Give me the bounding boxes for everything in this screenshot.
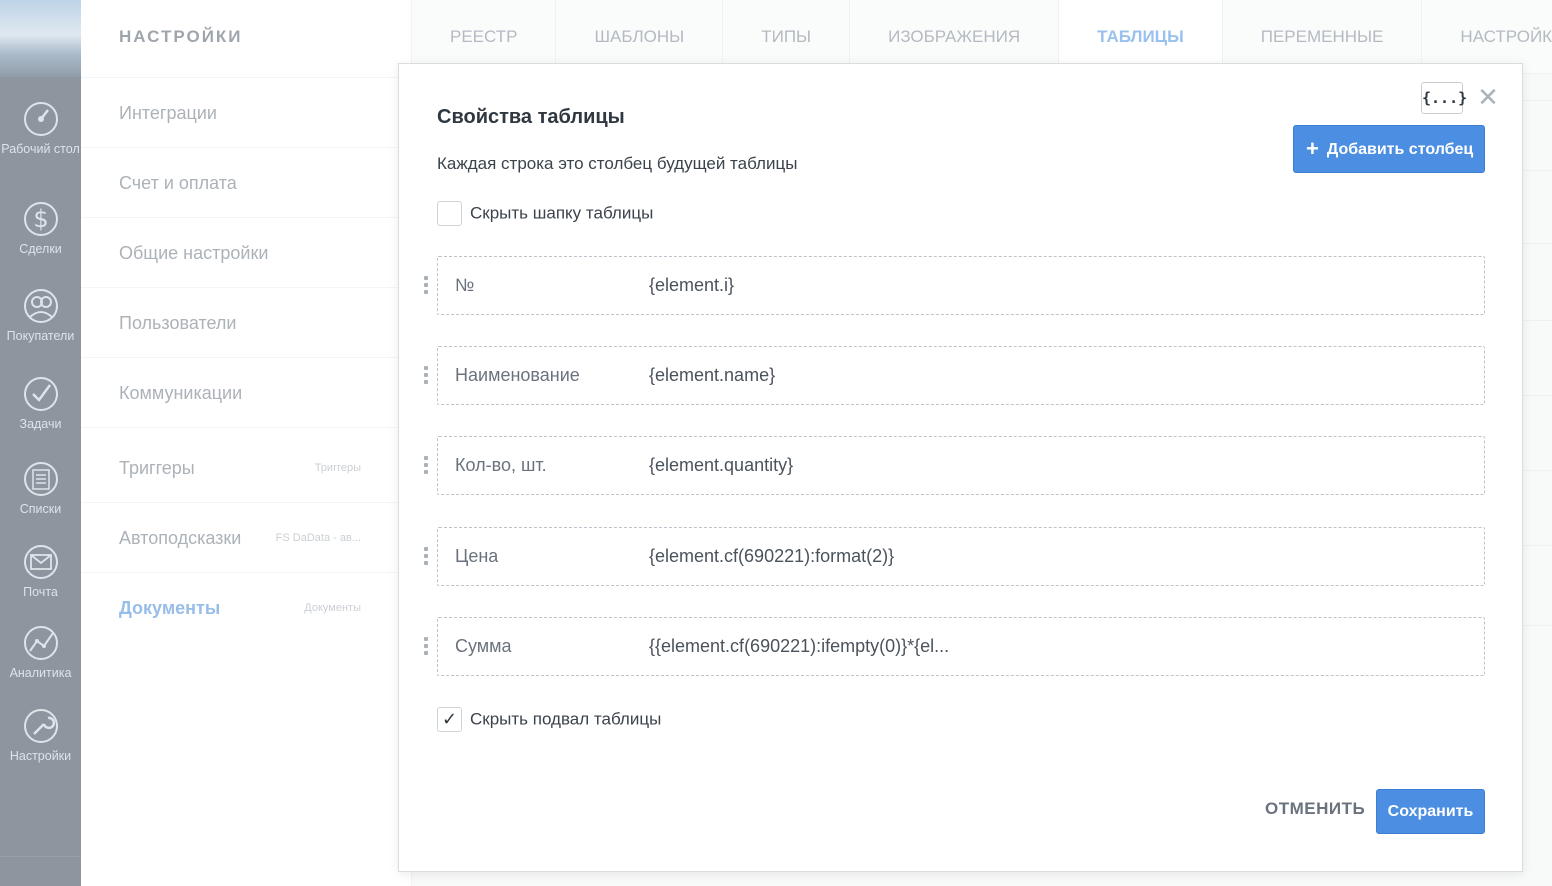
modal-subtitle: Каждая строка это столбец будущей таблиц…	[437, 154, 798, 173]
column-value: {element.quantity}	[649, 455, 794, 475]
variables-button[interactable]: {...}	[1421, 82, 1467, 114]
drag-handle-icon[interactable]	[424, 456, 429, 476]
column-value: {{element.cf(690221):ifempty(0)}*{el...	[649, 636, 950, 656]
hide-header-option[interactable]: Скрыть шапку таблицы	[437, 201, 653, 226]
add-column-button[interactable]: + Добавить столбец	[1293, 125, 1485, 173]
column-row[interactable]: Сумма {{element.cf(690221):ifempty(0)}*{…	[424, 617, 1485, 676]
column-value: {element.i}	[649, 275, 735, 295]
cancel-button[interactable]: ОТМЕНИТЬ	[1265, 799, 1365, 819]
drag-handle-icon[interactable]	[424, 276, 429, 296]
column-name: Цена	[455, 546, 499, 566]
hide-footer-checkbox[interactable]: ✓	[437, 707, 462, 732]
hide-footer-label: Скрыть подвал таблицы	[470, 709, 662, 729]
hide-header-checkbox[interactable]	[437, 201, 462, 226]
close-icon[interactable]: ✕	[1477, 84, 1499, 110]
column-value: {element.cf(690221):format(2)}	[649, 546, 895, 566]
add-column-label: Добавить столбец	[1326, 141, 1474, 158]
save-button[interactable]: Сохранить	[1376, 789, 1485, 834]
hide-footer-option[interactable]: ✓ Скрыть подвал таблицы	[437, 707, 661, 732]
column-value: {element.name}	[649, 365, 776, 385]
modal-title: Свойства таблицы	[437, 106, 625, 128]
hide-header-label: Скрыть шапку таблицы	[470, 203, 654, 223]
column-name: Сумма	[455, 636, 512, 656]
column-name: №	[455, 275, 475, 295]
column-row[interactable]: Цена {element.cf(690221):format(2)}	[424, 527, 1485, 586]
column-name: Наименование	[455, 365, 580, 385]
table-properties-modal: {...} ✕ Свойства таблицы Каждая строка э…	[398, 63, 1523, 872]
drag-handle-icon[interactable]	[424, 547, 429, 567]
drag-handle-icon[interactable]	[424, 366, 429, 386]
drag-handle-icon[interactable]	[424, 637, 429, 657]
column-row[interactable]: Наименование {element.name}	[424, 346, 1485, 405]
checkmark-icon: ✓	[442, 709, 458, 729]
plus-icon: +	[1306, 136, 1319, 161]
column-name: Кол-во, шт.	[455, 455, 547, 475]
column-row[interactable]: Кол-во, шт. {element.quantity}	[424, 436, 1485, 495]
column-row[interactable]: № {element.i}	[424, 256, 1485, 315]
